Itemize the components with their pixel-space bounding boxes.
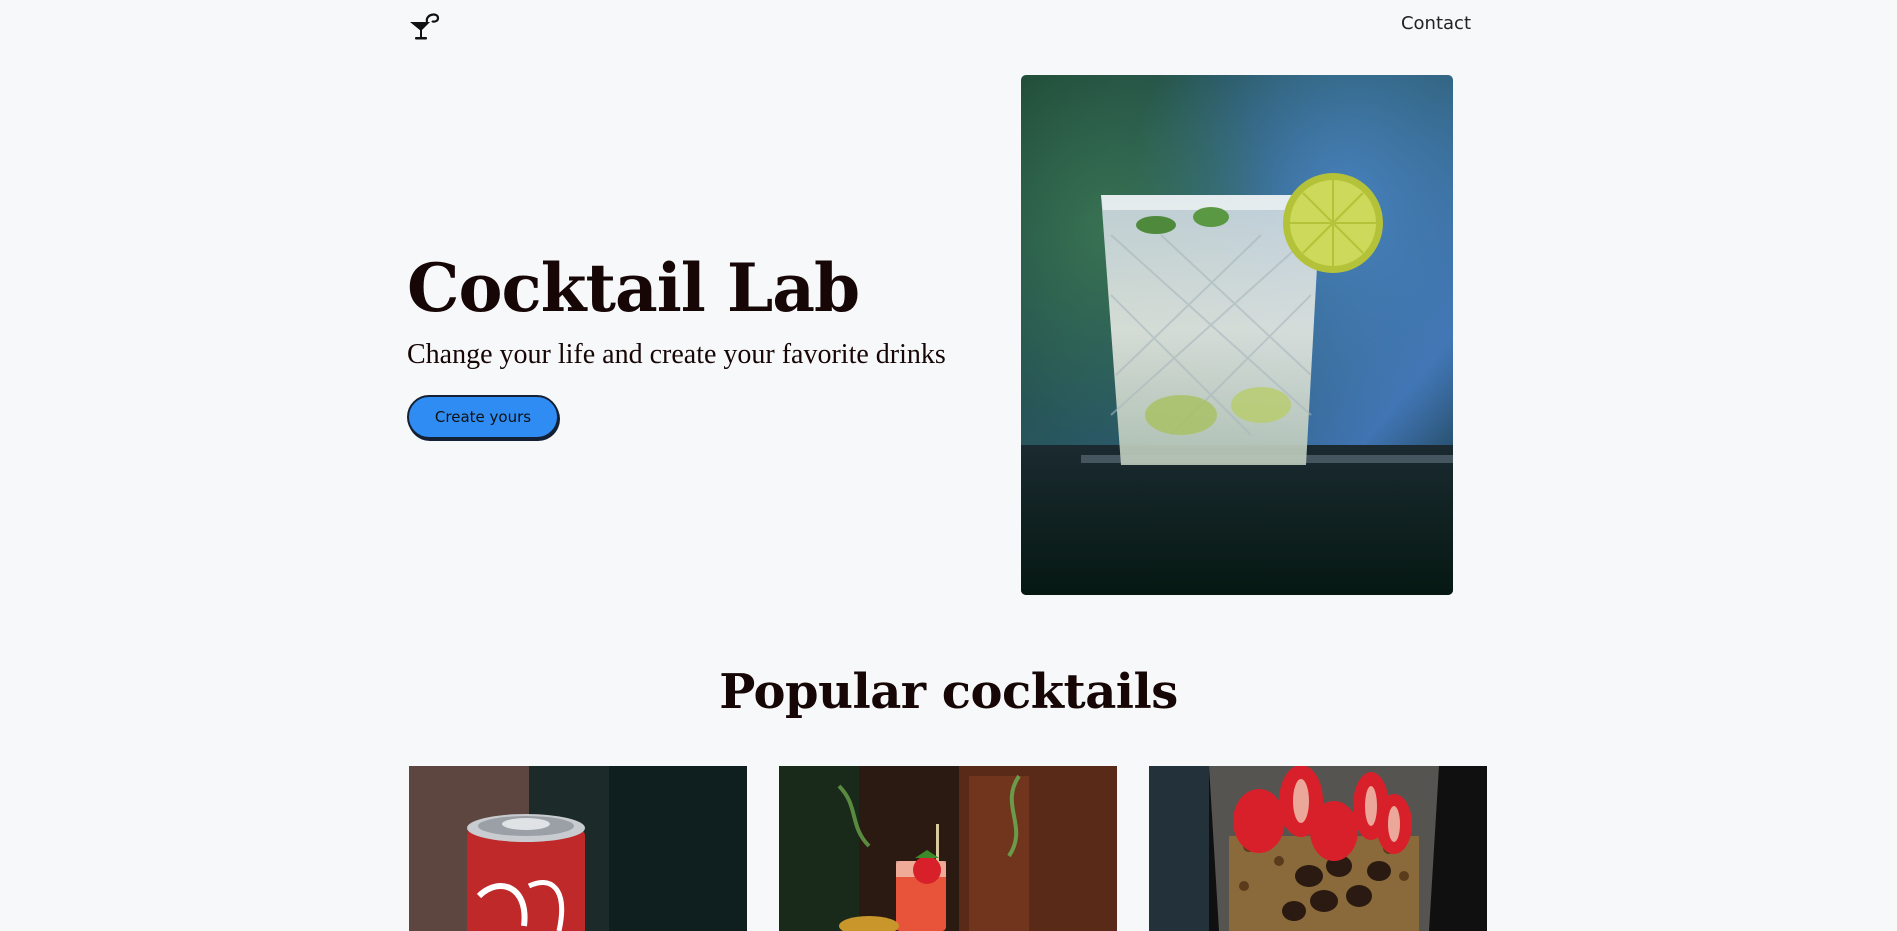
cocktail-glass-icon[interactable] — [408, 10, 440, 42]
cocktail-card[interactable] — [409, 766, 747, 931]
lime-cocktail-photo — [1021, 75, 1453, 595]
cocktail-card[interactable] — [779, 766, 1117, 931]
contact-link[interactable]: Contact — [1401, 13, 1471, 34]
top-nav: Contact — [408, 8, 1471, 44]
hero-subtitle: Change your life and create your favorit… — [407, 339, 946, 370]
hero-title: Cocktail Lab — [407, 249, 860, 327]
cola-can-photo — [409, 766, 747, 931]
create-yours-button[interactable]: Create yours — [407, 395, 559, 439]
strawberry-cocktail-photo — [779, 766, 1117, 931]
hero-text: Cocktail Lab Change your life and create… — [407, 255, 1007, 439]
section-title: Popular cocktails — [719, 664, 1178, 720]
cocktail-card[interactable] — [1149, 766, 1487, 931]
strawberry-parfait-photo — [1149, 766, 1487, 931]
page: Contact Cocktail Lab Change your life an… — [0, 0, 1897, 931]
hero-image — [1021, 75, 1453, 595]
